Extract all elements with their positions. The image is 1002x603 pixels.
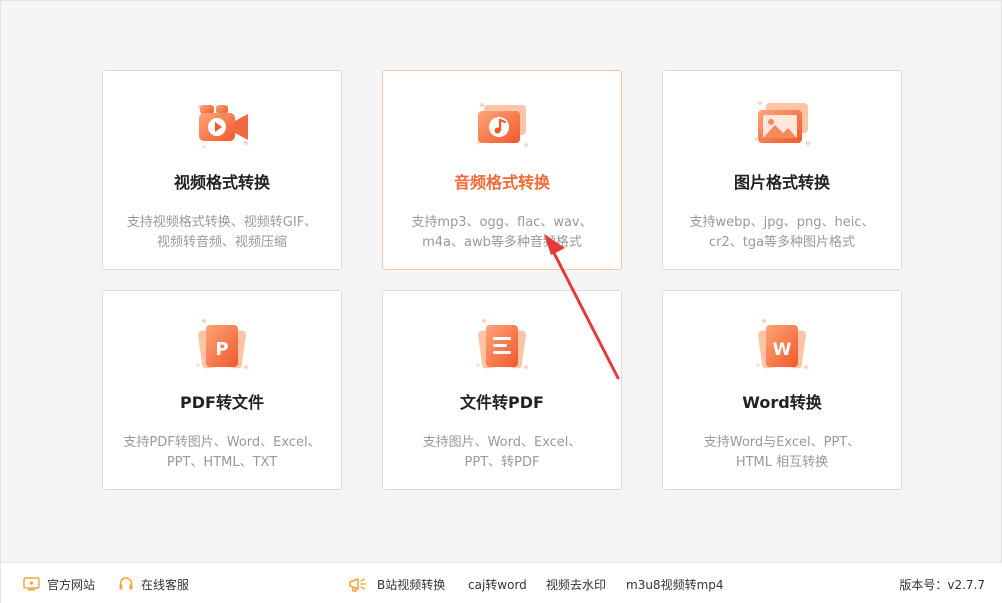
card-description: 支持Word与Excel、PPT、 HTML 相互转换 xyxy=(703,435,861,470)
headset-icon xyxy=(118,576,134,592)
picture-icon xyxy=(750,93,814,157)
card-title: PDF转文件 xyxy=(180,393,264,412)
feature-grid: 视频格式转换 支持视频格式转换、视频转GIF、 视频转音频、视频压缩 音频格式转… xyxy=(102,70,902,490)
card-title: 视频格式转换 xyxy=(173,173,270,192)
official-website-link[interactable]: 官方网站 xyxy=(23,563,95,603)
video-camera-icon xyxy=(190,93,254,157)
m3u8-to-mp4-link[interactable]: m3u8视频转mp4 xyxy=(626,563,724,603)
footer-bar: 官方网站 在线客服 B站视频转换 caj转word 视频去水印 m3u8视频转m… xyxy=(1,562,1002,603)
card-title: 音频格式转换 xyxy=(453,173,550,192)
app-window: 视频格式转换 支持视频格式转换、视频转GIF、 视频转音频、视频压缩 音频格式转… xyxy=(0,0,1002,603)
word-document-icon: W xyxy=(750,313,814,377)
svg-text:W: W xyxy=(773,340,792,360)
online-support-link[interactable]: 在线客服 xyxy=(118,563,189,603)
card-pdf-to-file[interactable]: P PDF转文件 支持PDF转图片、Word、Excel、 PPT、HTML、T… xyxy=(102,290,342,490)
card-video-convert[interactable]: 视频格式转换 支持视频格式转换、视频转GIF、 视频转音频、视频压缩 xyxy=(102,70,342,270)
megaphone-icon xyxy=(348,575,370,593)
card-title: 图片格式转换 xyxy=(733,173,830,192)
card-file-to-pdf[interactable]: 文件转PDF 支持图片、Word、Excel、 PPT、转PDF xyxy=(382,290,622,490)
card-description: 支持webp、jpg、png、heic、 cr2、tga等多种图片格式 xyxy=(689,215,875,250)
text-document-icon xyxy=(470,313,534,377)
remove-watermark-link[interactable]: 视频去水印 xyxy=(546,563,606,603)
monitor-icon xyxy=(23,577,40,591)
card-title: 文件转PDF xyxy=(460,393,544,412)
card-description: 支持mp3、ogg、flac、wav、 m4a、awb等多种音频格式 xyxy=(411,215,593,250)
card-word-convert[interactable]: W Word转换 支持Word与Excel、PPT、 HTML 相互转换 xyxy=(662,290,902,490)
caj-to-word-link[interactable]: caj转word xyxy=(468,563,527,603)
card-title: Word转换 xyxy=(742,393,822,412)
bilibili-convert-link[interactable]: B站视频转换 xyxy=(348,563,445,603)
card-audio-convert[interactable]: 音频格式转换 支持mp3、ogg、flac、wav、 m4a、awb等多种音频格… xyxy=(382,70,622,270)
music-note-icon xyxy=(470,93,534,157)
svg-text:P: P xyxy=(215,339,228,360)
version-label: 版本号：v2.7.7 xyxy=(899,577,985,592)
card-description: 支持图片、Word、Excel、 PPT、转PDF xyxy=(422,435,582,470)
card-image-convert[interactable]: 图片格式转换 支持webp、jpg、png、heic、 cr2、tga等多种图片… xyxy=(662,70,902,270)
card-description: 支持PDF转图片、Word、Excel、 PPT、HTML、TXT xyxy=(123,435,321,470)
pdf-document-icon: P xyxy=(190,313,254,377)
card-description: 支持视频格式转换、视频转GIF、 视频转音频、视频压缩 xyxy=(126,215,318,250)
